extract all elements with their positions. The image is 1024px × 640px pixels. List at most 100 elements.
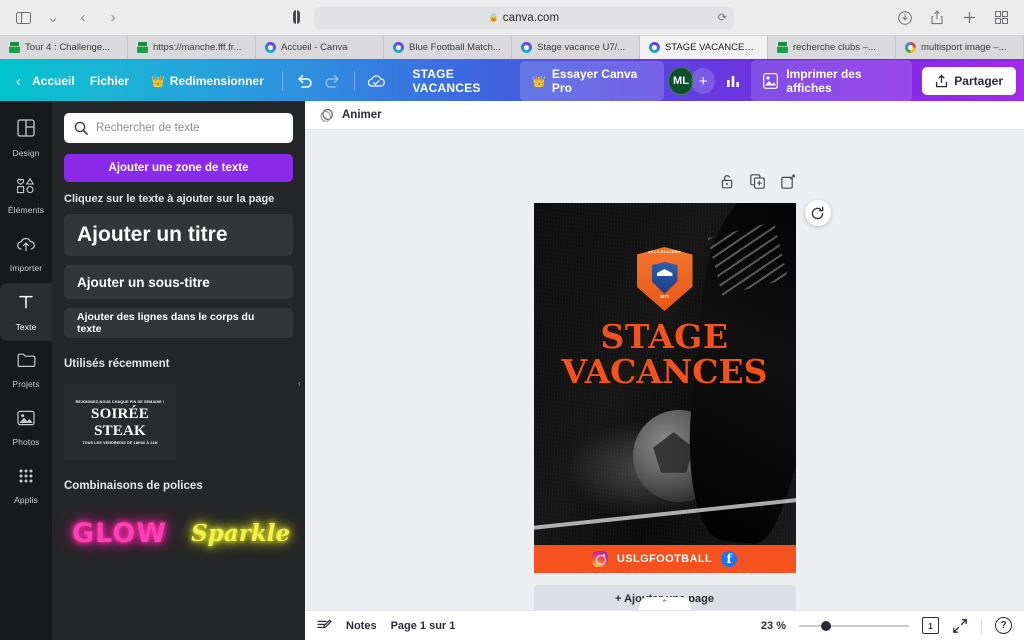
font-sample-sparkle[interactable]: Sparkle: [191, 520, 290, 547]
tab-title: Tour 4 : Challenge...: [25, 42, 111, 53]
canva-editor-window: ⌄ ‹ › 🔒 canva.com ⟳ Tour 4: Challenge..…: [0, 0, 1024, 640]
unlock-icon[interactable]: [720, 174, 734, 189]
font-sample-glow[interactable]: GLOW: [72, 518, 167, 549]
instagram-icon: [591, 551, 608, 567]
search-input-wrapper[interactable]: [64, 113, 293, 143]
collapse-left-chevron-icon[interactable]: ‹: [293, 359, 305, 407]
duplicate-page-icon[interactable]: [749, 174, 765, 189]
sidebar-item-label: Importer: [9, 262, 43, 273]
add-collaborator-button[interactable]: +: [691, 68, 716, 94]
status-divider: [981, 617, 982, 634]
back-chevron-icon: ‹: [16, 72, 21, 90]
left-rail: Design Éléments Importer Texte Projets P…: [0, 101, 52, 640]
sidebar-item-text[interactable]: Texte: [0, 283, 52, 341]
text-preset-title[interactable]: Ajouter un titre: [64, 214, 293, 256]
address-bar[interactable]: 🔒 canva.com ⟳: [314, 6, 734, 29]
chevron-up-icon[interactable]: ⌃: [638, 597, 691, 610]
sidebar-item-upload[interactable]: Importer: [0, 225, 52, 283]
print-posters-button[interactable]: Imprimer des affiches: [751, 60, 913, 102]
sidebar-item-design[interactable]: Design: [0, 109, 52, 167]
canva-icon: [649, 42, 660, 53]
fff-icon: [137, 42, 148, 53]
search-input[interactable]: [96, 122, 283, 134]
toolbar-divider: [281, 71, 283, 91]
browser-tab-active[interactable]: STAGE VACANCES...: [640, 36, 768, 59]
notes-icon[interactable]: [317, 619, 332, 633]
cloud-saved-icon[interactable]: [362, 68, 391, 94]
sidebar-item-label: Projets: [12, 378, 40, 389]
forward-chevron-icon[interactable]: ›: [100, 7, 126, 29]
browser-actions: [892, 7, 1024, 29]
design-layout-icon: [17, 118, 35, 142]
animate-label[interactable]: Animer: [342, 109, 382, 121]
sidebar-toggle-icon[interactable]: [10, 7, 36, 29]
page-count-icon[interactable]: 1: [922, 617, 942, 636]
share-icon[interactable]: [924, 7, 950, 29]
photo-icon: [17, 410, 35, 431]
add-textbox-button[interactable]: Ajouter une zone de texte: [64, 154, 293, 182]
document-title[interactable]: STAGE VACANCES: [412, 67, 520, 95]
redo-icon[interactable]: [318, 68, 347, 94]
back-chevron-icon[interactable]: ‹: [70, 7, 96, 29]
canva-icon: [393, 42, 404, 53]
regenerate-icon[interactable]: [804, 200, 831, 226]
browser-tab[interactable]: Stage vacance U7/...: [512, 36, 640, 59]
share-button[interactable]: Partager: [922, 67, 1016, 95]
tab-title: recherche clubs –...: [793, 42, 876, 53]
tab-title: https://manche.fff.fr...: [153, 42, 242, 53]
print-label: Imprimer des affiches: [786, 67, 862, 95]
undo-icon[interactable]: [290, 68, 319, 94]
recent-thumb-title-2: STEAK: [94, 422, 146, 439]
file-menu-button[interactable]: Fichier: [79, 69, 140, 93]
reload-icon[interactable]: ⟳: [718, 11, 727, 24]
canvas-area[interactable]: US LA GLACERIE 1971 STAGE VACANCES USLGF…: [305, 130, 1024, 610]
animate-icon: [319, 108, 335, 123]
add-page-icon[interactable]: [780, 174, 796, 189]
recent-thumb-top-line: REJOIGNEZ-NOUS CHAQUE FIN DE SEMAINE !: [75, 399, 165, 404]
try-canva-pro-button[interactable]: 👑 Essayer Canva Pro: [520, 61, 664, 101]
home-back-button[interactable]: ‹ Accueil: [8, 68, 79, 95]
tab-overview-icon[interactable]: [988, 7, 1014, 29]
resize-button[interactable]: 👑 Redimensionner: [140, 69, 275, 93]
sidebar-item-elements[interactable]: Éléments: [0, 167, 52, 225]
text-preset-body[interactable]: Ajouter des lignes dans le corps du text…: [64, 308, 293, 338]
canvas-toolbar: Animer: [305, 101, 1024, 130]
elements-shapes-icon: [16, 177, 36, 199]
facebook-icon: f: [721, 551, 738, 567]
poster-title-line2: VACANCES: [561, 352, 768, 391]
poster-title-line1: STAGE: [600, 317, 729, 356]
reader-view-icon[interactable]: [290, 9, 306, 27]
fff-icon: [777, 42, 788, 53]
fullscreen-icon[interactable]: [952, 618, 968, 634]
share-label: Partager: [954, 74, 1003, 88]
text-preset-subtitle[interactable]: Ajouter un sous-titre: [64, 265, 293, 299]
zoom-slider-knob[interactable]: [821, 620, 831, 631]
downloads-icon[interactable]: [892, 7, 918, 29]
sidebar-dropdown-icon[interactable]: ⌄: [40, 7, 66, 29]
zoom-slider[interactable]: [799, 620, 909, 631]
file-label: Fichier: [89, 74, 130, 88]
browser-tab[interactable]: Accueil - Canva: [256, 36, 384, 59]
badge-top-text: US LA GLACERIE: [647, 250, 682, 254]
browser-tab[interactable]: https://manche.fff.fr...: [128, 36, 256, 59]
crown-icon: 👑: [151, 75, 165, 88]
sidebar-item-label: Photos: [12, 436, 40, 447]
browser-tab[interactable]: Blue Football Match...: [384, 36, 512, 59]
browser-tab[interactable]: recherche clubs –...: [768, 36, 896, 59]
sidebar-item-photos[interactable]: Photos: [0, 399, 52, 457]
browser-tab[interactable]: multisport image –...: [896, 36, 1024, 59]
status-bar-right: 23 % 1 ?: [761, 617, 1012, 636]
recent-text-thumbnail[interactable]: REJOIGNEZ-NOUS CHAQUE FIN DE SEMAINE ! S…: [64, 384, 176, 460]
sidebar-item-projects[interactable]: Projets: [0, 341, 52, 399]
notes-label[interactable]: Notes: [346, 620, 377, 632]
sidebar-item-label: Texte: [15, 321, 37, 332]
poster-design[interactable]: US LA GLACERIE 1971 STAGE VACANCES USLGF…: [533, 203, 796, 573]
browser-tab[interactable]: Tour 4 : Challenge...: [0, 36, 128, 59]
new-tab-icon[interactable]: [956, 7, 982, 29]
insights-bar-chart-icon[interactable]: [719, 68, 747, 94]
share-upload-icon: [935, 74, 948, 88]
help-icon[interactable]: ?: [995, 617, 1012, 634]
font-combos-heading: Combinaisons de polices: [64, 480, 203, 492]
toolbar-divider: [353, 71, 355, 91]
sidebar-item-apps[interactable]: Applis: [0, 457, 52, 515]
